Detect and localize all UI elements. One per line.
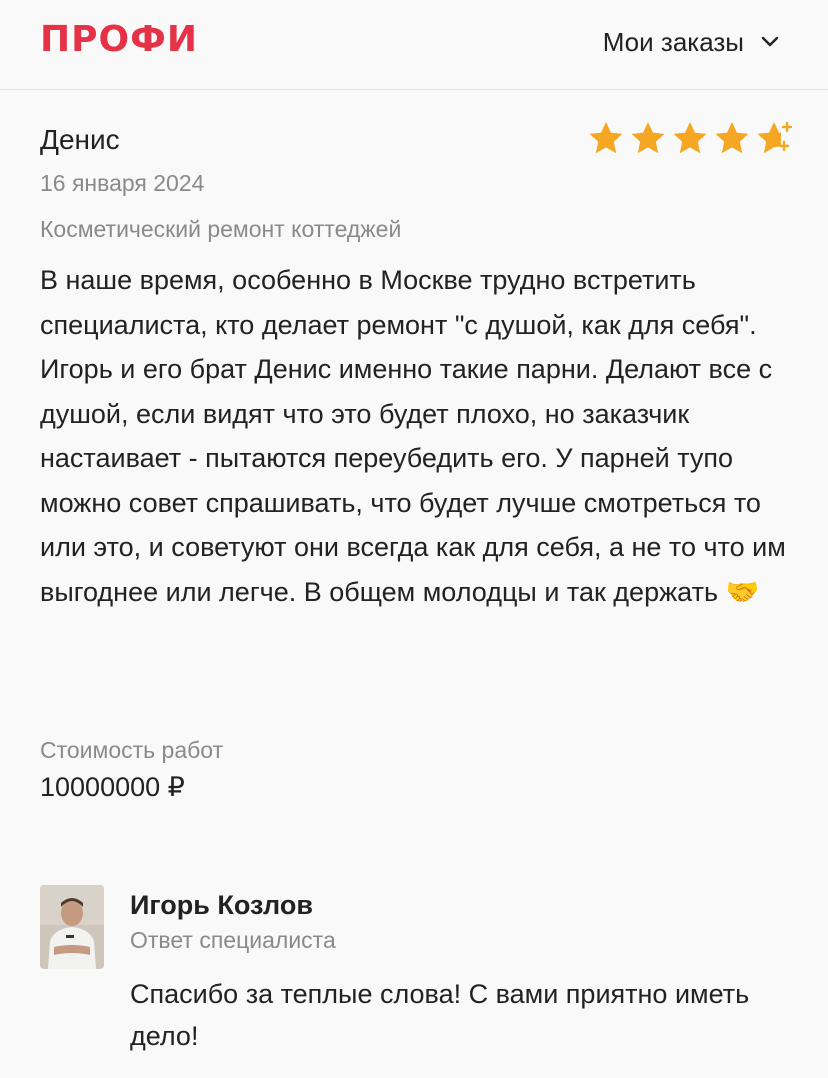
price-label: Стоимость работ <box>40 737 224 763</box>
reply-author[interactable]: Игорь Козлов <box>130 885 790 925</box>
review-text: В наше время, особенно в Москве трудно в… <box>40 265 786 607</box>
avatar[interactable] <box>40 885 104 969</box>
chevron-down-icon <box>761 36 779 47</box>
review-card: Денис 16 января 2024 Косметический ремон… <box>40 120 793 614</box>
avatar-photo <box>40 885 104 969</box>
review-service: Косметический ремонт коттеджей <box>40 216 402 242</box>
top-bar: ПРОФИ Мои заказы <box>0 0 828 90</box>
price-value: 10000000 ₽ <box>40 772 185 802</box>
my-orders-dropdown[interactable]: Мои заказы <box>603 26 780 58</box>
star-full-icon <box>589 122 623 154</box>
reply-text: Спасибо за теплые слова! С вами приятно … <box>130 979 750 1051</box>
star-half-sparkle-icon <box>757 121 793 154</box>
profi-logo[interactable]: ПРОФИ <box>40 20 198 60</box>
star-full-icon <box>715 122 749 154</box>
star-full-icon <box>673 122 707 154</box>
reply-role: Ответ специалиста <box>130 927 336 953</box>
my-orders-label: Мои заказы <box>602 27 744 57</box>
star-full-icon <box>631 122 665 154</box>
rating-stars <box>586 120 794 156</box>
review-date: 16 января 2024 <box>40 170 205 196</box>
reply-body: Игорь Козлов Ответ специалиста Спасибо з… <box>130 885 790 1057</box>
